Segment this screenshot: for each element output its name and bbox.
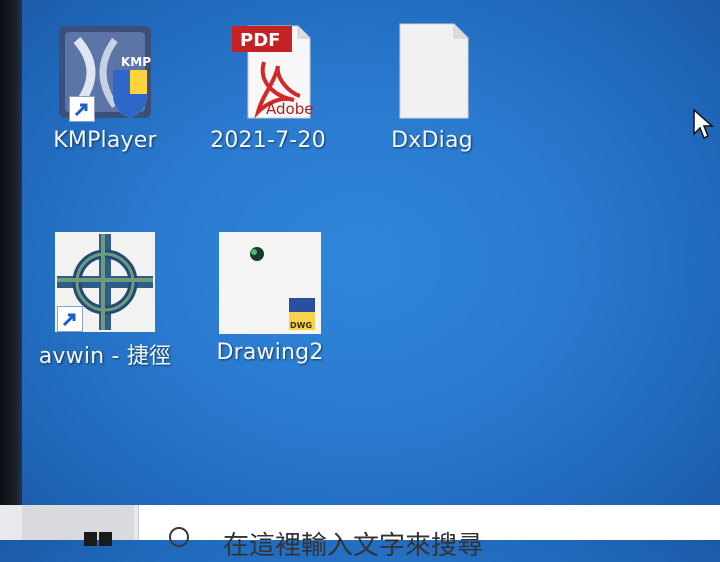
taskbar: 在這裡輸入文字來搜尋 [0, 505, 720, 561]
screen-bezel [0, 0, 22, 540]
desktop-icon-drawing2[interactable]: DWG Drawing2 [200, 232, 340, 365]
dwg-drawing-icon: DWG [219, 232, 321, 334]
km-badge-text: KMP [121, 55, 151, 69]
taskbar-search-box[interactable]: 在這裡輸入文字來搜尋 [138, 505, 720, 561]
mouse-cursor-icon [692, 108, 714, 146]
desktop-icon-dxdiag[interactable]: DxDiag [362, 22, 502, 153]
pdf-document-icon: PDF Adobe [218, 22, 318, 122]
avwin-crosshair-icon [55, 232, 155, 332]
text-document-icon [382, 22, 482, 122]
icon-label: 2021-7-20 [210, 128, 326, 153]
dwg-badge-text: DWG [290, 321, 312, 330]
search-icon [169, 527, 189, 547]
windows-logo-icon [84, 531, 114, 546]
start-button[interactable] [22, 505, 134, 546]
desktop-icon-kmplayer[interactable]: KMP KMPlayer [35, 22, 175, 153]
shortcut-arrow-icon [57, 306, 83, 332]
search-placeholder: 在這裡輸入文字來搜尋 [223, 531, 484, 561]
desktop-icon-2021-7-20[interactable]: PDF Adobe 2021-7-20 [198, 22, 338, 153]
desktop-icon-avwin[interactable]: avwin - 捷徑 [35, 232, 175, 370]
icon-label: DxDiag [391, 128, 473, 153]
icon-label: Drawing2 [216, 340, 324, 365]
shortcut-arrow-icon [69, 96, 95, 122]
icon-label: KMPlayer [53, 128, 157, 153]
pdf-badge-text: PDF [240, 30, 280, 51]
pdf-brand-text: Adobe [266, 100, 313, 118]
kmplayer-icon: KMP [55, 22, 155, 122]
icon-label: avwin - 捷徑 [38, 344, 172, 369]
